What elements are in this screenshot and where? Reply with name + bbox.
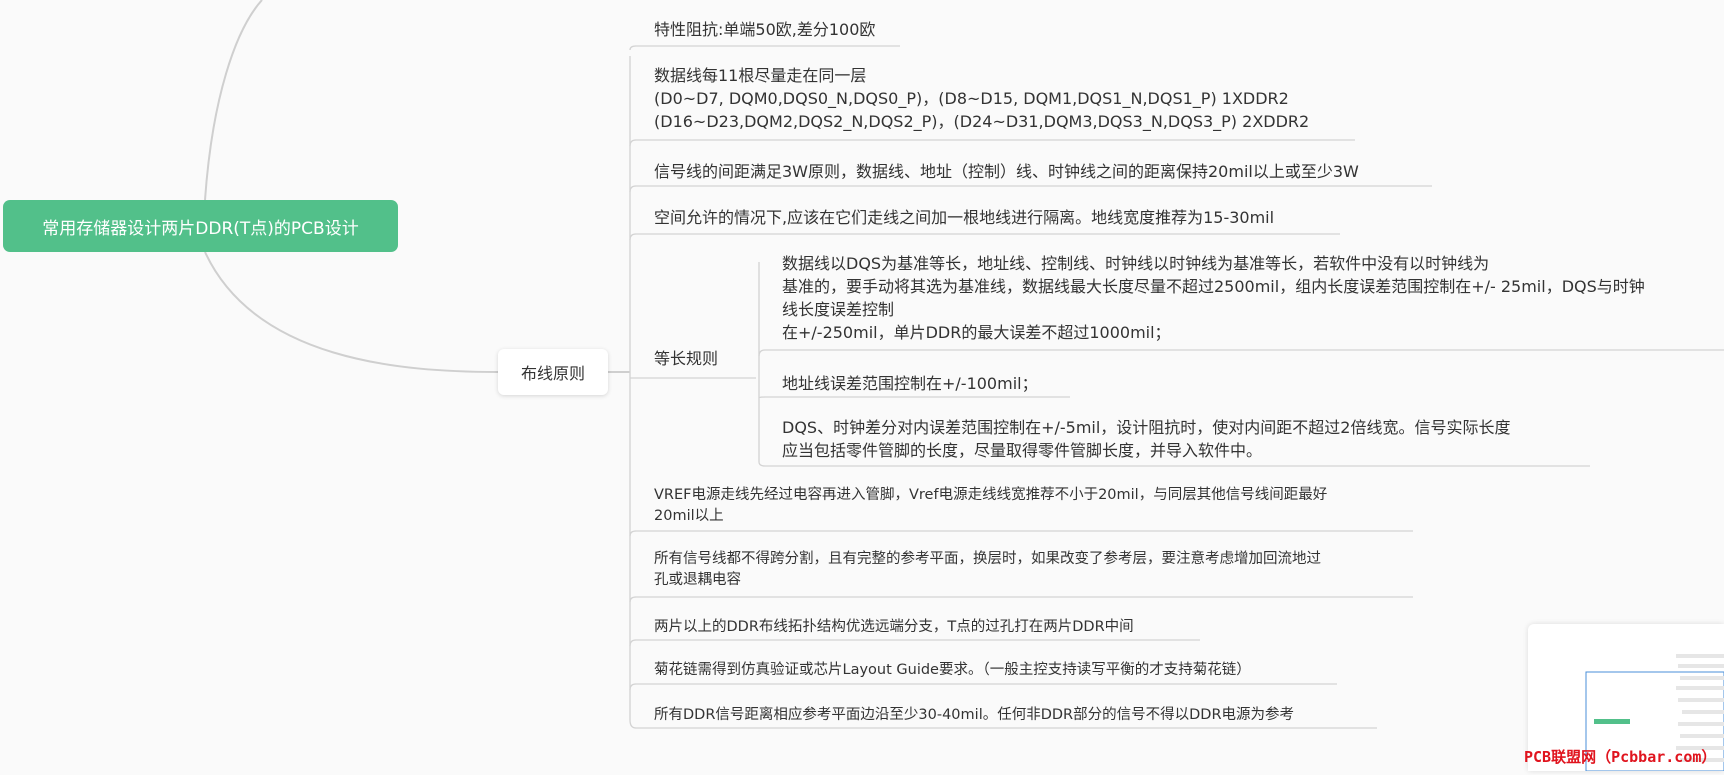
topic-reference-plane[interactable]: 所有DDR信号距离相应参考平面边沿至少30-40mil。任何非DDR部分的信号不… <box>654 705 1294 726</box>
topic-daisy-chain[interactable]: 菊花链需得到仿真验证或芯片Layout Guide要求。（一般主控支持读写平衡的… <box>654 660 1251 681</box>
subtopic-equal-length-data[interactable]: 数据线以DQS为基准等长，地址线、控制线、时钟线以时钟线为基准等长，若软件中没有… <box>782 252 1645 344</box>
topic-3w-spacing[interactable]: 信号线的间距满足3W原则，数据线、地址（控制）线、时钟线之间的距离保持20mil… <box>654 160 1359 183</box>
topic-data-lines[interactable]: 数据线每11根尽量走在同一层 (D0~D7, DQM0,DQS0_N,DQS0_… <box>654 64 1309 133</box>
branch-topic-routing-principles[interactable]: 布线原则 <box>498 349 608 395</box>
watermark-text: PCB联盟网（Pcbbar.com） <box>1524 748 1717 766</box>
subtopic-equal-length-dqs-clock[interactable]: DQS、时钟差分对内误差范围控制在+/-5mil，设计阻抗时，使对内间距不超过2… <box>782 416 1510 462</box>
topic-topology[interactable]: 两片以上的DDR布线拓扑结构优选远端分支，T点的过孔打在两片DDR中间 <box>654 617 1134 638</box>
topic-equal-length[interactable]: 等长规则 <box>654 347 718 370</box>
topic-impedance[interactable]: 特性阻抗:单端50欧,差分100欧 <box>654 18 875 41</box>
branch-topic-label: 布线原则 <box>520 364 585 383</box>
subtopic-equal-length-address[interactable]: 地址线误差范围控制在+/-100mil； <box>782 372 1038 395</box>
topic-vref[interactable]: VREF电源走线先经过电容再进入管脚，Vref电源走线线宽推荐不小于20mil，… <box>654 485 1327 527</box>
root-topic[interactable]: 常用存储器设计两片DDR(T点)的PCB设计 <box>3 200 398 252</box>
root-upper-curve <box>204 0 263 201</box>
topic-ground-line[interactable]: 空间允许的情况下,应该在它们走线之间加一根地线进行隔离。地线宽度推荐为15-30… <box>654 206 1274 229</box>
topic-no-split[interactable]: 所有信号线都不得跨分割，且有完整的参考平面，换层时，如果改变了参考层，要注意考虑… <box>654 549 1321 591</box>
root-topic-label: 常用存储器设计两片DDR(T点)的PCB设计 <box>42 218 359 239</box>
root-to-branch-curve <box>204 251 499 373</box>
